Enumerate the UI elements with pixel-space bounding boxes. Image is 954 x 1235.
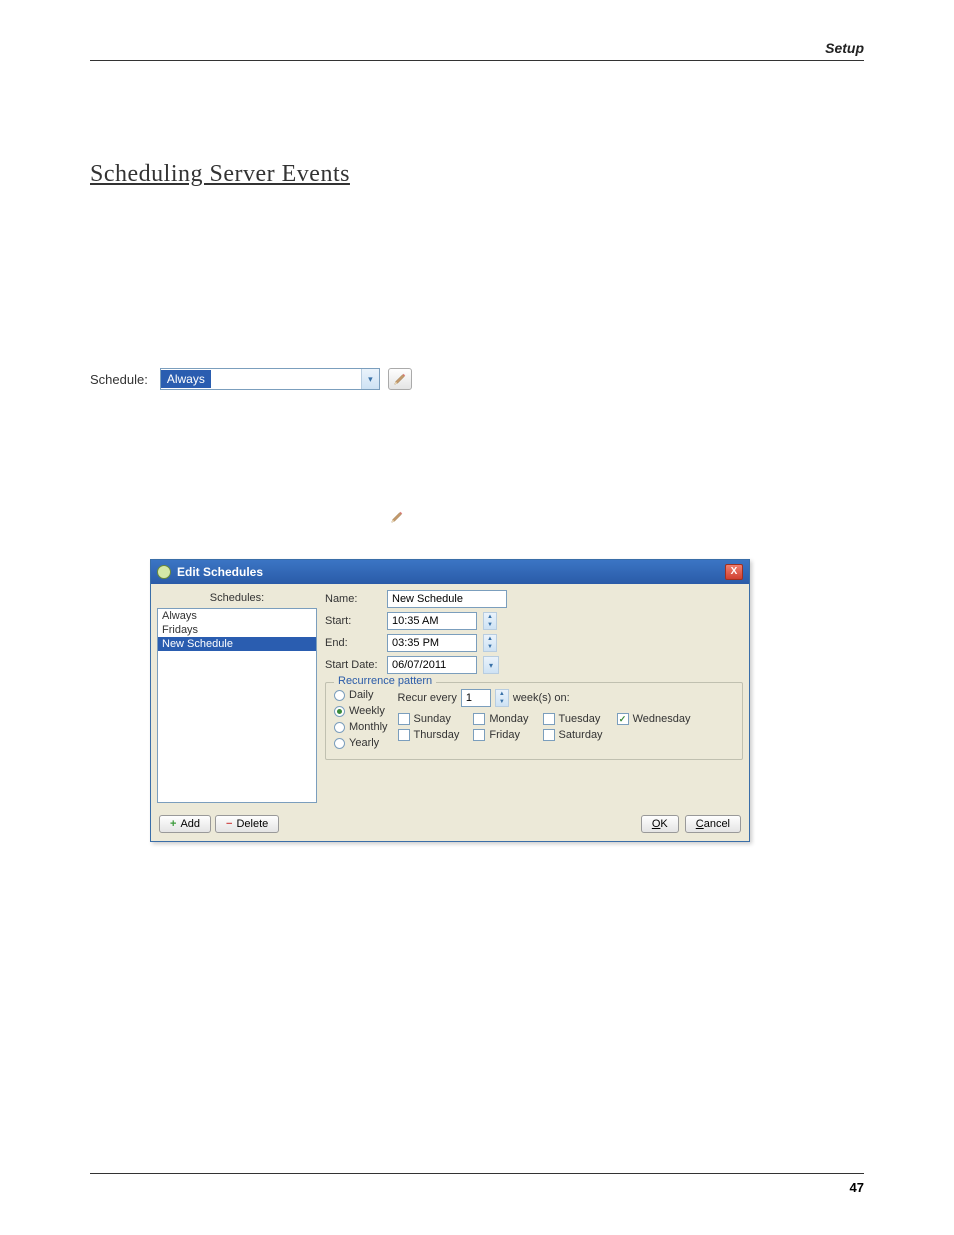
start-label: Start: bbox=[325, 615, 381, 627]
recur-every-label: Recur every bbox=[398, 692, 457, 704]
plus-icon: + bbox=[170, 818, 176, 830]
day-label: Monday bbox=[489, 713, 528, 725]
checkbox-wednesday[interactable]: ✓ Wednesday bbox=[617, 713, 691, 725]
radio-icon bbox=[334, 706, 345, 717]
dialog-footer: + Add − Delete OK Cancel bbox=[151, 809, 749, 841]
day-label: Friday bbox=[489, 729, 520, 741]
section-heading: Scheduling Server Events bbox=[90, 161, 864, 188]
checkbox-friday[interactable]: Friday bbox=[473, 729, 528, 741]
checkbox-tuesday[interactable]: Tuesday bbox=[543, 713, 603, 725]
chevron-down-icon[interactable]: ▼ bbox=[484, 621, 496, 629]
list-item[interactable]: New Schedule bbox=[158, 637, 316, 651]
name-input[interactable] bbox=[387, 590, 507, 608]
ok-label: OK bbox=[652, 818, 668, 830]
pencil-icon bbox=[390, 510, 404, 524]
pencil-indicator bbox=[390, 510, 864, 529]
checkbox-monday[interactable]: Monday bbox=[473, 713, 528, 725]
dialog-title: Edit Schedules bbox=[177, 565, 263, 579]
recurrence-groupbox: Recurrence pattern Daily Weekly bbox=[325, 682, 743, 760]
delete-button[interactable]: − Delete bbox=[215, 815, 279, 833]
schedule-field-row: Schedule: Always ▾ bbox=[90, 368, 864, 390]
add-label: Add bbox=[180, 818, 200, 830]
end-label: End: bbox=[325, 637, 381, 649]
close-icon: X bbox=[731, 567, 738, 577]
checkbox-icon bbox=[473, 729, 485, 741]
radio-label: Monthly bbox=[349, 721, 388, 733]
start-time-spinner[interactable]: ▲ ▼ bbox=[483, 612, 497, 630]
list-item[interactable]: Always bbox=[158, 609, 316, 623]
radio-label: Weekly bbox=[349, 705, 385, 717]
schedule-dropdown[interactable]: Always ▾ bbox=[160, 368, 380, 390]
chevron-up-icon[interactable]: ▲ bbox=[484, 613, 496, 621]
close-button[interactable]: X bbox=[725, 564, 743, 580]
end-time-input[interactable] bbox=[387, 634, 477, 652]
schedule-dropdown-value: Always bbox=[161, 370, 211, 388]
checkbox-icon bbox=[473, 713, 485, 725]
days-grid: Sunday Monday Tuesday ✓ bbox=[398, 713, 691, 741]
checkbox-icon bbox=[398, 729, 410, 741]
radio-yearly[interactable]: Yearly bbox=[334, 737, 388, 749]
page-number: 47 bbox=[850, 1180, 864, 1195]
page-footer: 47 bbox=[90, 1173, 864, 1195]
day-label: Sunday bbox=[414, 713, 451, 725]
schedules-label: Schedules: bbox=[157, 590, 317, 608]
schedules-panel: Schedules: Always Fridays New Schedule bbox=[157, 590, 317, 803]
radio-icon bbox=[334, 722, 345, 733]
radio-icon bbox=[334, 690, 345, 701]
radio-daily[interactable]: Daily bbox=[334, 689, 388, 701]
checkbox-icon bbox=[398, 713, 410, 725]
radio-label: Daily bbox=[349, 689, 373, 701]
checkbox-thursday[interactable]: Thursday bbox=[398, 729, 460, 741]
checkbox-saturday[interactable]: Saturday bbox=[543, 729, 603, 741]
schedule-detail-panel: Name: Start: ▲ ▼ End: ▲ ▼ Start bbox=[325, 590, 743, 803]
ok-button[interactable]: OK bbox=[641, 815, 679, 833]
chevron-down-icon[interactable]: ▾ bbox=[483, 656, 499, 674]
chevron-down-icon[interactable]: ▾ bbox=[361, 369, 379, 389]
start-date-input[interactable] bbox=[387, 656, 477, 674]
cancel-label: Cancel bbox=[696, 818, 730, 830]
checkbox-icon bbox=[543, 729, 555, 741]
day-label: Thursday bbox=[414, 729, 460, 741]
radio-weekly[interactable]: Weekly bbox=[334, 705, 388, 717]
chevron-down-icon[interactable]: ▼ bbox=[496, 698, 508, 706]
recurrence-radio-group: Daily Weekly Monthly Yearly bbox=[334, 689, 388, 749]
schedule-label: Schedule: bbox=[90, 372, 148, 387]
end-time-spinner[interactable]: ▲ ▼ bbox=[483, 634, 497, 652]
schedules-listbox[interactable]: Always Fridays New Schedule bbox=[157, 608, 317, 803]
recur-every-spinner[interactable]: ▲ ▼ bbox=[495, 689, 509, 707]
minus-icon: − bbox=[226, 818, 232, 830]
delete-label: Delete bbox=[236, 818, 268, 830]
list-item[interactable]: Fridays bbox=[158, 623, 316, 637]
clock-icon bbox=[157, 565, 171, 579]
cancel-button[interactable]: Cancel bbox=[685, 815, 741, 833]
recur-every-input[interactable] bbox=[461, 689, 491, 707]
checkbox-icon bbox=[543, 713, 555, 725]
radio-label: Yearly bbox=[349, 737, 379, 749]
start-time-input[interactable] bbox=[387, 612, 477, 630]
radio-icon bbox=[334, 738, 345, 749]
page-header: Setup bbox=[90, 40, 864, 61]
weeks-on-label: week(s) on: bbox=[513, 692, 570, 704]
start-date-label: Start Date: bbox=[325, 659, 381, 671]
day-label: Saturday bbox=[559, 729, 603, 741]
pencil-icon bbox=[393, 372, 407, 386]
weekly-detail: Recur every ▲ ▼ week(s) on: Sunday bbox=[398, 689, 691, 749]
chevron-up-icon[interactable]: ▲ bbox=[496, 690, 508, 698]
breadcrumb: Setup bbox=[90, 40, 864, 56]
edit-schedules-dialog: Edit Schedules X Schedules: Always Frida… bbox=[150, 559, 750, 842]
checkbox-sunday[interactable]: Sunday bbox=[398, 713, 460, 725]
chevron-up-icon[interactable]: ▲ bbox=[484, 635, 496, 643]
day-label: Wednesday bbox=[633, 713, 691, 725]
dialog-body: Schedules: Always Fridays New Schedule N… bbox=[151, 584, 749, 809]
name-label: Name: bbox=[325, 593, 381, 605]
recurrence-title: Recurrence pattern bbox=[334, 675, 436, 687]
day-label: Tuesday bbox=[559, 713, 601, 725]
radio-monthly[interactable]: Monthly bbox=[334, 721, 388, 733]
add-button[interactable]: + Add bbox=[159, 815, 211, 833]
chevron-down-icon[interactable]: ▼ bbox=[484, 643, 496, 651]
dialog-titlebar: Edit Schedules X bbox=[151, 560, 749, 584]
checkbox-icon: ✓ bbox=[617, 713, 629, 725]
edit-schedule-button[interactable] bbox=[388, 368, 412, 390]
